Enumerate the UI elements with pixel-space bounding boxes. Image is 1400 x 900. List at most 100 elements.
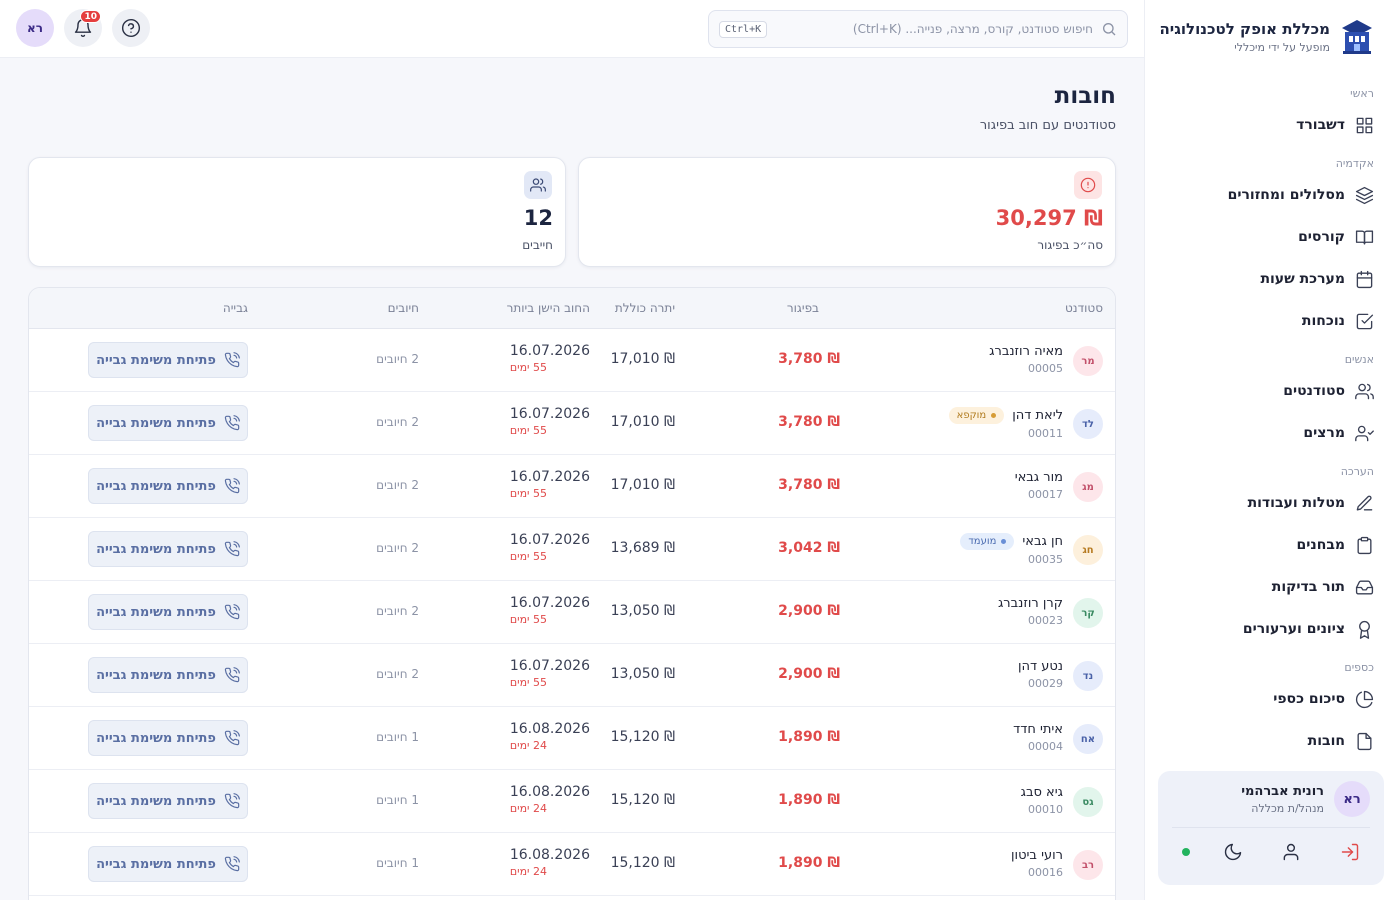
- days-overdue: 55 ימים: [509, 613, 548, 626]
- oldest-debt: 16.08.2026 24 ימים: [510, 721, 590, 752]
- total-balance: ₪ 13,050: [610, 603, 675, 619]
- online-status-dot: [1182, 848, 1191, 856]
- student-name[interactable]: מור גבאי: [1015, 470, 1063, 485]
- student-name[interactable]: רועי ביטון: [1011, 848, 1063, 863]
- sidebar-item-tracks[interactable]: מסלולים ומחזורים: [1144, 174, 1400, 216]
- table-row[interactable]: מר מאיה רוזנברג 00005 ₪ 3,780 ₪ 17,010 1…: [29, 329, 1115, 392]
- nav-section-people: אנשים: [1344, 353, 1374, 366]
- table-row[interactable]: רב רועי ביטון 00016 ₪ 1,890 ₪ 15,120 16.…: [29, 833, 1115, 896]
- table-row[interactable]: גס גיא סבג 00010 ₪ 1,890 ₪ 15,120 16.08.…: [29, 770, 1115, 833]
- oldest-debt: 16.07.2026 55 ימים: [510, 595, 590, 626]
- sidebar-item-grading-queue[interactable]: תור בדיקות: [1144, 566, 1400, 608]
- open-collection-task-button[interactable]: פתיחת משימת גבייה: [88, 531, 248, 567]
- sidebar-item-exams[interactable]: מבחנים: [1144, 524, 1400, 566]
- open-collection-task-button[interactable]: פתיחת משימת גבייה: [88, 720, 248, 756]
- oldest-debt: 16.08.2026 24 ימים: [510, 784, 590, 815]
- table-row[interactable]: חג חן גבאי מועמד 00035 ₪ 3,042 ₪ 13,689 …: [29, 518, 1115, 581]
- total-balance: ₪ 15,120: [610, 792, 675, 808]
- nav-section-finance: כספים: [1344, 661, 1374, 674]
- column-header-oldest-debt[interactable]: החוב הישן ביותר: [507, 301, 590, 315]
- sidebar-item-attendance[interactable]: נוכחות: [1144, 300, 1400, 342]
- sidebar-item-label: מרצים: [1303, 425, 1345, 441]
- collect-button-label: פתיחת משימת גבייה: [96, 541, 216, 557]
- column-header-collection: גבייה: [222, 301, 248, 315]
- open-collection-task-button[interactable]: פתיחת משימת גבייה: [88, 405, 248, 441]
- table-row[interactable]: אח איתי חדד 00004 ₪ 1,890 ₪ 15,120 16.08…: [29, 707, 1115, 770]
- student-name[interactable]: חן גבאי: [1022, 534, 1063, 549]
- user-role: מנהל/ת מכללה: [1251, 801, 1324, 815]
- nav-section-main: ראשי: [1350, 87, 1374, 100]
- phone-call-icon: [224, 730, 240, 746]
- table-row[interactable]: מג מור גבאי 00017 ₪ 3,780 ₪ 17,010 16.07…: [29, 455, 1115, 518]
- open-collection-task-button[interactable]: פתיחת משימת גבייה: [88, 657, 248, 693]
- pencil-icon: [1356, 495, 1373, 511]
- sidebar-item-debts[interactable]: חובות: [1144, 720, 1400, 762]
- sidebar-item-finance-summary[interactable]: סיכום כספי: [1144, 678, 1400, 720]
- column-header-balance[interactable]: יתרה כוללת: [615, 301, 675, 315]
- logout-button[interactable]: [1334, 836, 1366, 868]
- table-row[interactable]: נד נטע דהן 00029 ₪ 2,900 ₪ 13,050 16.07.…: [29, 644, 1115, 707]
- page-title: חובות: [1054, 83, 1116, 109]
- days-overdue: 55 ימים: [509, 424, 548, 437]
- phone-call-icon: [224, 352, 240, 368]
- student-avatar: חג: [1073, 535, 1103, 565]
- student-name[interactable]: מאיה רוזנברג: [989, 344, 1063, 359]
- brand-subtitle: מופעל על ידי מיכללי: [1234, 41, 1330, 54]
- user-avatar-button[interactable]: רא: [16, 9, 54, 47]
- charges-count: 2 חיובים: [376, 352, 419, 366]
- student-name[interactable]: גיא סבג: [1021, 785, 1063, 800]
- open-collection-task-button[interactable]: פתיחת משימת גבייה: [88, 846, 248, 882]
- overdue-total-label: סה״כ בפיגור: [1037, 238, 1103, 252]
- student-avatar: לד: [1073, 409, 1103, 439]
- table-row[interactable]: לד ליאת דהן מוקפא 00011 ₪ 3,780 ₪ 17,010…: [29, 392, 1115, 455]
- divider: [1172, 827, 1370, 828]
- sidebar-nav: ראשי דשבורד אקדמיה מסלולים ומחזורים קורס…: [1144, 76, 1400, 766]
- open-collection-task-button[interactable]: פתיחת משימת גבייה: [88, 342, 248, 378]
- sidebar-item-dashboard[interactable]: דשבורד: [1144, 104, 1400, 146]
- table-row[interactable]: קר קרן רוזנברג 00023 ₪ 2,900 ₪ 13,050 16…: [29, 581, 1115, 644]
- inbox-icon: [1355, 579, 1374, 595]
- sidebar-item-students[interactable]: סטודנטים: [1144, 370, 1400, 412]
- dark-mode-toggle[interactable]: [1217, 836, 1249, 868]
- notifications-button[interactable]: 10: [64, 9, 102, 47]
- open-collection-task-button[interactable]: פתיחת משימת גבייה: [88, 468, 248, 504]
- student-name[interactable]: איתי חדד: [1013, 722, 1063, 737]
- debts-table: סטודנט בפיגור יתרה כוללת החוב הישן ביותר…: [28, 287, 1116, 900]
- profile-button[interactable]: [1275, 836, 1307, 868]
- sidebar-item-courses[interactable]: קורסים: [1144, 216, 1400, 258]
- days-overdue: 24 ימים: [509, 739, 548, 752]
- open-collection-task-button[interactable]: פתיחת משימת גבייה: [88, 594, 248, 630]
- overdue-total-card: ₪ 30,297 סה״כ בפיגור: [578, 157, 1116, 267]
- column-header-overdue[interactable]: בפיגור: [787, 301, 819, 315]
- search-input[interactable]: [775, 22, 1093, 36]
- sidebar-item-grades[interactable]: ציונים וערעורים: [1144, 608, 1400, 650]
- brand[interactable]: מכללת אופק לטכנולוגיה מופעל על ידי מיכלל…: [1159, 18, 1374, 56]
- collect-button-label: פתיחת משימת גבייה: [96, 667, 216, 683]
- column-header-charges[interactable]: חיובים: [388, 301, 419, 315]
- collect-button-label: פתיחת משימת גבייה: [96, 604, 216, 620]
- search-bar[interactable]: Ctrl+K: [708, 10, 1128, 48]
- charges-count: 1 חיובים: [376, 856, 419, 870]
- student-id: 00004: [1028, 740, 1063, 753]
- moon-icon: [1224, 843, 1241, 861]
- days-overdue: 24 ימים: [509, 802, 548, 815]
- overdue-total-value: ₪ 30,297: [995, 206, 1103, 230]
- column-header-student[interactable]: סטודנט: [1065, 301, 1103, 315]
- sidebar-item-lecturers[interactable]: מרצים: [1144, 412, 1400, 454]
- sidebar-item-schedule[interactable]: מערכת שעות: [1144, 258, 1400, 300]
- student-name[interactable]: קרן רוזנברג: [998, 596, 1063, 611]
- sidebar-item-assignments[interactable]: מטלות ועבודות: [1144, 482, 1400, 524]
- calendar-icon: [1356, 270, 1373, 288]
- help-button[interactable]: [112, 9, 150, 47]
- avatar[interactable]: רא: [1334, 781, 1370, 817]
- student-name[interactable]: ליאת דהן: [1012, 408, 1063, 423]
- oldest-debt-date: 16.07.2026: [509, 658, 590, 674]
- oldest-debt: 16.07.2026 55 ימים: [510, 658, 590, 689]
- student-id: 00010: [1028, 803, 1063, 816]
- total-balance: ₪ 15,120: [610, 729, 675, 745]
- open-collection-task-button[interactable]: פתיחת משימת גבייה: [88, 783, 248, 819]
- charges-count: 1 חיובים: [376, 793, 419, 807]
- student-name[interactable]: נטע דהן: [1018, 659, 1063, 674]
- nav-section-academy: אקדמיה: [1335, 157, 1374, 170]
- sidebar-item-label: דשבורד: [1296, 117, 1345, 133]
